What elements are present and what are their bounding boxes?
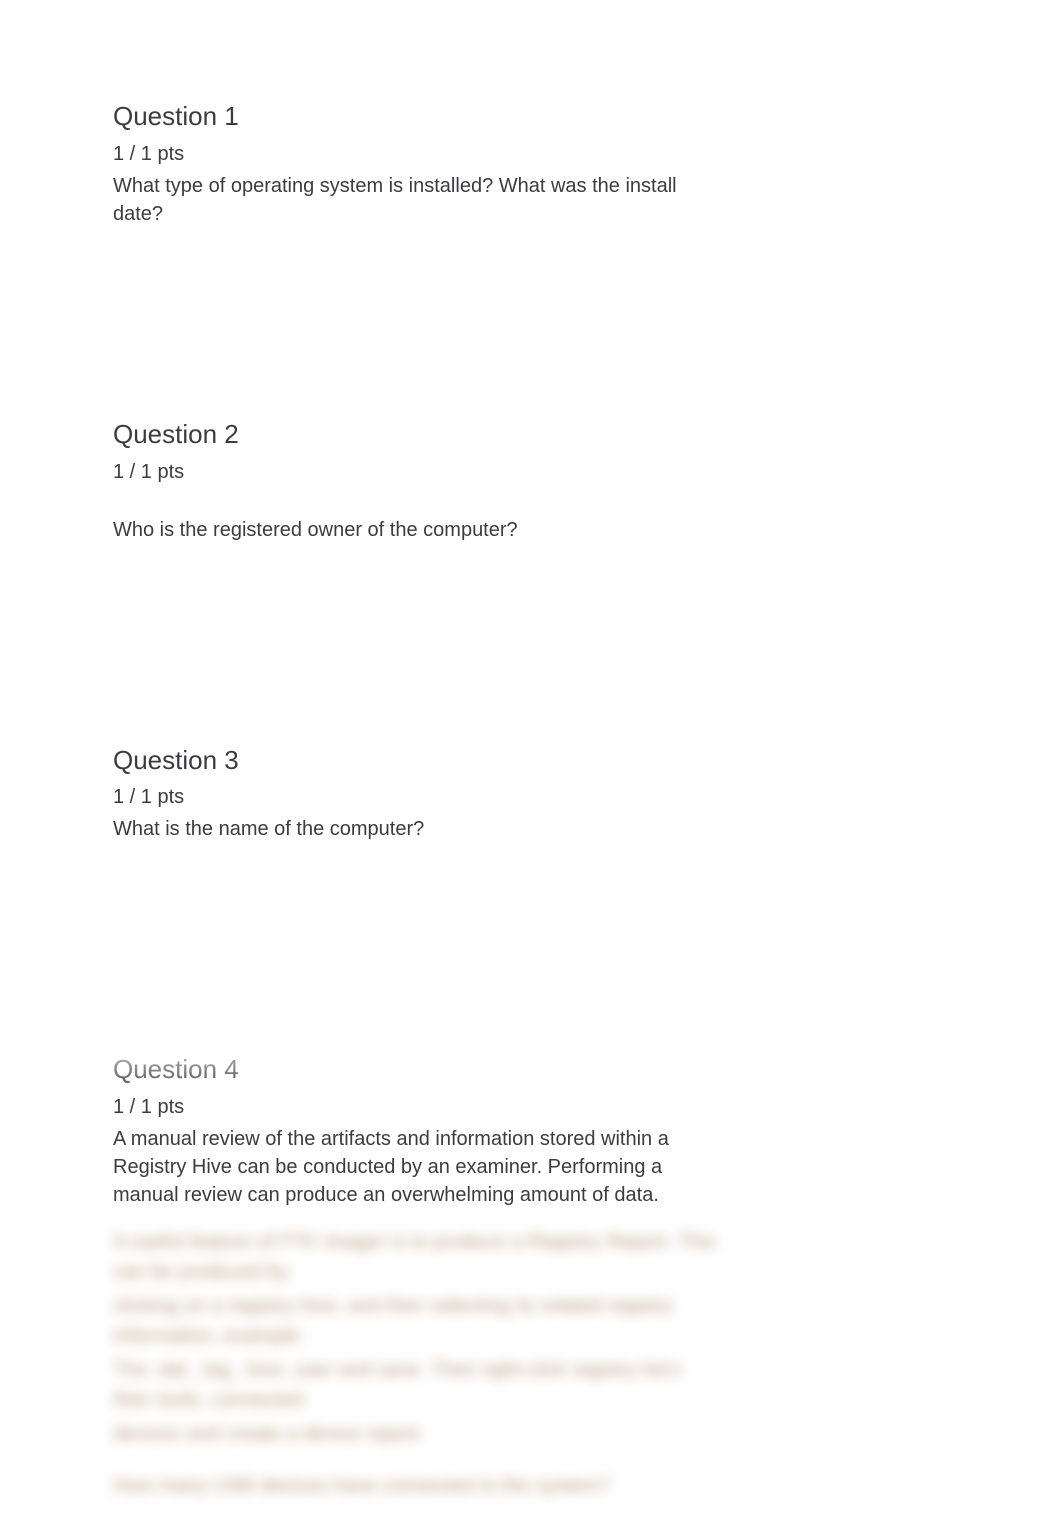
blurred-line-4: devices and create a device report. (113, 1419, 723, 1449)
question-4-title: Question 4 (113, 1053, 723, 1087)
question-1-points: 1 / 1 pts (113, 140, 723, 168)
blurred-question: How many USB devices have connected to t… (113, 1471, 723, 1501)
blurred-content: A useful feature of FTK Imager is to pro… (113, 1227, 723, 1501)
question-3: Question 3 1 / 1 pts What is the name of… (113, 744, 723, 844)
question-2-text: Who is the registered owner of the compu… (113, 516, 723, 544)
question-2-points: 1 / 1 pts (113, 458, 723, 486)
question-4: Question 4 1 / 1 pts A manual review of … (113, 1053, 723, 1501)
question-3-points: 1 / 1 pts (113, 783, 723, 811)
question-4-text: A manual review of the artifacts and inf… (113, 1125, 723, 1209)
question-4-points: 1 / 1 pts (113, 1093, 723, 1121)
blurred-line-3: The .dat, .log, .hive, user and save. Th… (113, 1355, 723, 1415)
question-1: Question 1 1 / 1 pts What type of operat… (113, 100, 723, 228)
question-2: Question 2 1 / 1 pts Who is the register… (113, 418, 723, 544)
question-3-title: Question 3 (113, 744, 723, 778)
question-3-text: What is the name of the computer? (113, 815, 723, 843)
blurred-line-2: clicking on a registry hive, and then se… (113, 1291, 723, 1351)
question-1-title: Question 1 (113, 100, 723, 134)
question-2-title: Question 2 (113, 418, 723, 452)
question-1-text: What type of operating system is install… (113, 172, 723, 228)
blurred-line-1: A useful feature of FTK Imager is to pro… (113, 1227, 723, 1287)
